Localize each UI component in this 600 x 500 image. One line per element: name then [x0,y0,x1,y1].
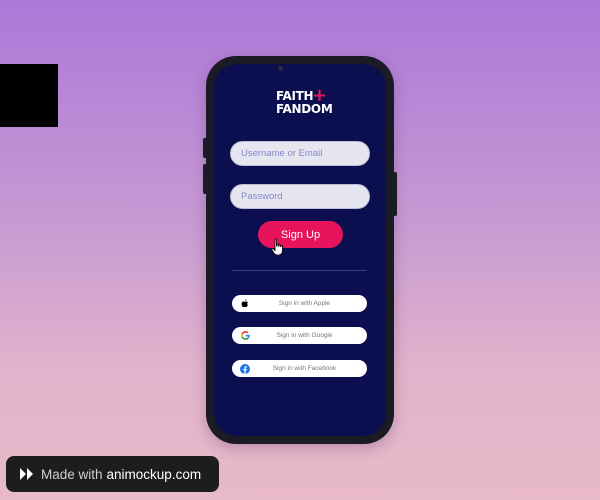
animockup-watermark[interactable]: Made with animockup.com [6,456,219,492]
animockup-logo-icon [20,468,33,480]
sign-in-facebook-button[interactable]: Sign in with Facebook [232,360,367,377]
logo-line2: FANDOM [276,102,333,116]
black-overlay-box [0,64,58,127]
sign-in-apple-button[interactable]: Sign in with Apple [232,295,367,312]
made-with-text: Made with [41,466,103,482]
pointer-cursor-icon [271,238,283,256]
google-icon [240,331,250,341]
phone-mockup: FAITH+ FANDOM Sign Up Sign in with Apple [203,56,397,444]
faith-fandom-logo: FAITH + FANDOM [276,85,336,124]
logo-plus: + [312,85,327,106]
apple-icon [240,299,250,309]
phone-volume-button [203,164,206,194]
animockup-site-text: animockup.com [106,466,202,482]
phone-screen: FAITH+ FANDOM Sign Up Sign in with Apple [214,64,386,436]
phone-volume-button [203,138,206,158]
password-input[interactable] [230,184,370,209]
facebook-icon [240,363,250,374]
google-label: Sign in with Google [276,332,333,339]
camera-dot [278,66,283,71]
divider [232,270,367,271]
sign-in-google-button[interactable]: Sign in with Google [232,327,367,344]
facebook-label: Sign in with Facebook [272,365,337,372]
username-input[interactable] [230,141,370,166]
logo-line1: FAITH [276,89,314,103]
apple-label: Sign in with Apple [278,300,331,307]
phone-side-button [394,172,397,216]
